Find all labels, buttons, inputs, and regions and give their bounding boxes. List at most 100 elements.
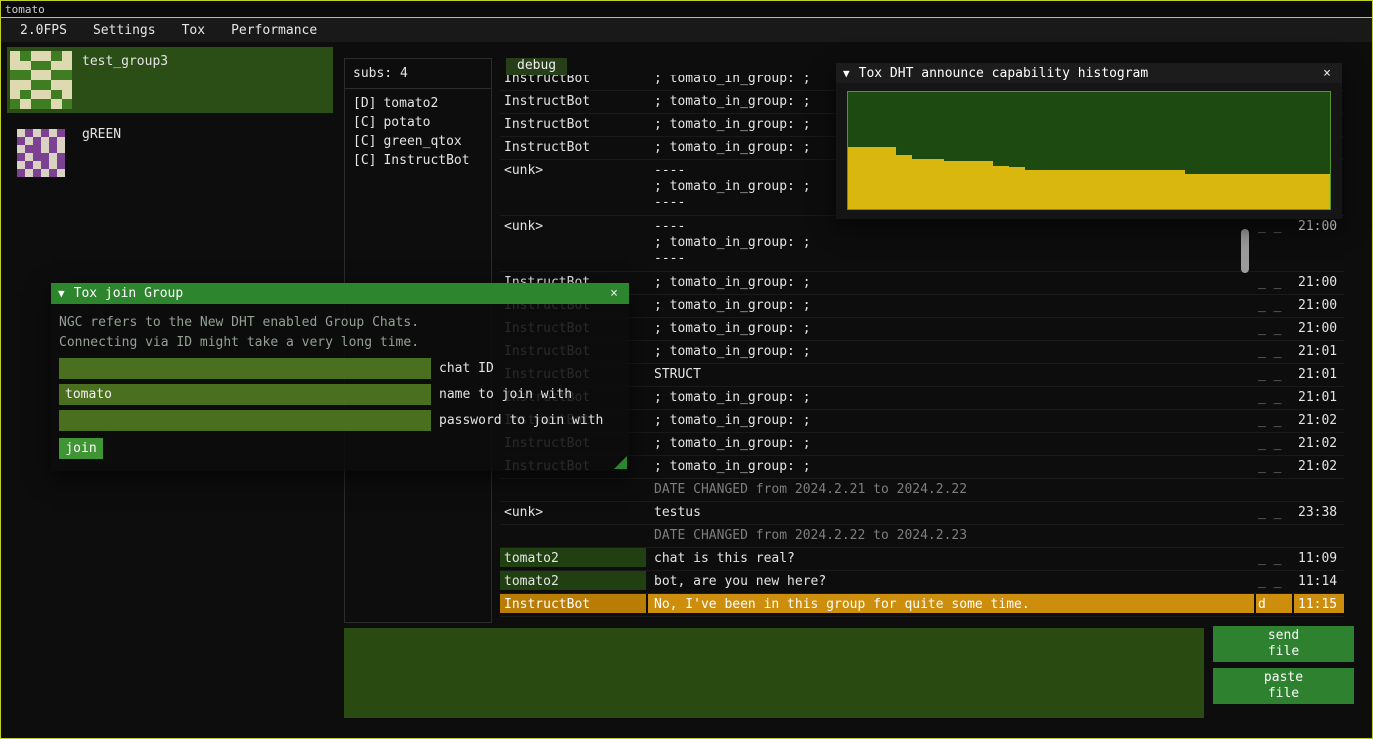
message-sender: InstructBot xyxy=(500,594,646,613)
histogram-bar xyxy=(896,155,912,209)
members-header: subs: 4 xyxy=(345,59,491,85)
message-status: d xyxy=(1256,594,1292,613)
message-text: ; tomato_in_group: ; xyxy=(648,295,1254,314)
chat-scrollbar-thumb[interactable] xyxy=(1241,229,1249,273)
member-InstructBot[interactable]: [C]InstructBot xyxy=(345,151,491,170)
join-group-titlebar[interactable]: ▼ Tox join Group × xyxy=(51,283,629,304)
histogram-bar xyxy=(912,159,928,209)
sidebar-group-test_group3[interactable]: test_group3 xyxy=(7,47,333,113)
message-time: 21:01 xyxy=(1294,341,1344,360)
group-avatar-icon xyxy=(10,51,72,109)
histogram-bar xyxy=(1105,170,1121,209)
menu-item-performance[interactable]: Performance xyxy=(218,20,330,41)
send-file-button[interactable]: send file xyxy=(1213,626,1354,662)
histogram-bar xyxy=(864,147,880,209)
group-name: test_group3 xyxy=(82,49,168,111)
date-separator-row: DATE CHANGED from 2024.2.21 to 2024.2.22 xyxy=(500,479,1344,502)
chat-ID-input[interactable] xyxy=(59,358,431,379)
histogram-bar xyxy=(1137,170,1153,209)
message-sender: <unk> xyxy=(500,502,646,521)
histogram-bar xyxy=(1234,174,1250,209)
message-status: _ _ xyxy=(1256,502,1292,521)
ngc-description-line1: NGC refers to the New DHT enabled Group … xyxy=(59,313,621,333)
histogram-bar xyxy=(1089,170,1105,209)
message-time: 21:00 xyxy=(1294,295,1344,314)
message-text: ; tomato_in_group: ; xyxy=(648,341,1254,360)
message-time: 21:02 xyxy=(1294,410,1344,429)
collapse-arrow-icon[interactable]: ▼ xyxy=(843,67,850,80)
message-input[interactable] xyxy=(344,628,1204,718)
dht-histogram-window-title: Tox DHT announce capability histogram xyxy=(859,66,1320,81)
field-label: chat ID xyxy=(439,358,494,379)
member-name: green_qtox xyxy=(383,134,461,149)
message-text: ; tomato_in_group: ; xyxy=(648,318,1254,337)
histogram-bar xyxy=(1169,170,1185,209)
message-status: _ _ xyxy=(1256,410,1292,429)
histogram-bar xyxy=(1009,167,1025,209)
member-name: tomato2 xyxy=(383,96,438,111)
histogram-bar xyxy=(1282,174,1298,209)
chat-row[interactable]: <unk>testus_ _23:38 xyxy=(500,502,1344,525)
dht-histogram-window: ▼ Tox DHT announce capability histogram … xyxy=(836,63,1342,219)
message-sender: tomato2 xyxy=(500,571,646,590)
date-changed-text: DATE CHANGED from 2024.2.22 to 2024.2.23 xyxy=(648,525,1254,544)
chat-row[interactable]: InstructBotNo, I've been in this group f… xyxy=(500,594,1344,617)
ngc-description-line2: Connecting via ID might take a very long… xyxy=(59,333,621,353)
histogram-bar xyxy=(1298,174,1314,209)
message-time: 21:00 xyxy=(1294,318,1344,337)
histogram-bar xyxy=(1314,174,1330,209)
group-avatar-icon xyxy=(17,129,65,177)
password-to-join-with-input[interactable] xyxy=(59,410,431,431)
sidebar-group-gREEN[interactable]: gREEN xyxy=(7,120,333,186)
message-sender: InstructBot xyxy=(500,91,646,110)
message-time: 21:02 xyxy=(1294,433,1344,452)
message-status: _ _ xyxy=(1256,318,1292,337)
message-text: ; tomato_in_group: ; xyxy=(648,410,1254,429)
message-time: 11:14 xyxy=(1294,571,1344,590)
chat-row[interactable]: tomato2chat is this real?_ _11:09 xyxy=(500,548,1344,571)
message-status: _ _ xyxy=(1256,456,1292,475)
join-fields: chat IDtomatoname to join withpassword t… xyxy=(59,358,621,431)
message-status: _ _ xyxy=(1256,341,1292,360)
message-status: _ _ xyxy=(1256,387,1292,406)
message-sender: InstructBot xyxy=(500,114,646,133)
menu-item-settings[interactable]: Settings xyxy=(80,20,169,41)
message-time: 11:15 xyxy=(1294,594,1344,613)
window-titlebar[interactable]: tomato xyxy=(1,1,1372,18)
message-sender: tomato2 xyxy=(500,548,646,567)
histogram-bar xyxy=(880,147,896,209)
menu-items: SettingsToxPerformance xyxy=(80,20,330,41)
menu-item-tox[interactable]: Tox xyxy=(169,20,218,41)
histogram-bar xyxy=(993,166,1009,209)
member-green_qtox[interactable]: [C]green_qtox xyxy=(345,132,491,151)
resize-grip-icon[interactable] xyxy=(614,456,627,469)
name-to-join-with-input[interactable]: tomato xyxy=(59,384,431,405)
collapse-arrow-icon[interactable]: ▼ xyxy=(58,287,65,300)
message-sender: <unk> xyxy=(500,216,646,235)
message-text: ----; tomato_in_group: ;---- xyxy=(648,216,1254,267)
field-label: name to join with xyxy=(439,384,572,405)
message-text: bot, are you new here? xyxy=(648,571,1254,590)
join-button[interactable]: join xyxy=(59,438,103,459)
member-tomato2[interactable]: [D]tomato2 xyxy=(345,94,491,113)
join-group-body: NGC refers to the New DHT enabled Group … xyxy=(51,304,629,459)
message-time: 21:01 xyxy=(1294,387,1344,406)
members-list: [D]tomato2[C]potato[C]green_qtox[C]Instr… xyxy=(345,94,491,170)
histogram-bar xyxy=(928,159,944,209)
close-icon[interactable]: × xyxy=(606,286,622,301)
message-time: 11:09 xyxy=(1294,548,1344,567)
histogram-bar xyxy=(1153,170,1169,209)
menu-bar: 2.0FPS SettingsToxPerformance xyxy=(1,18,1372,42)
group-name: gREEN xyxy=(82,122,121,184)
tab-debug[interactable]: debug xyxy=(506,58,567,75)
close-icon[interactable]: × xyxy=(1319,66,1335,81)
message-text: STRUCT xyxy=(648,364,1254,383)
message-status: _ _ xyxy=(1256,571,1292,590)
chat-row[interactable]: <unk>----; tomato_in_group: ;----_ _21:0… xyxy=(500,216,1344,272)
message-text: ; tomato_in_group: ; xyxy=(648,433,1254,452)
chat-row[interactable]: tomato2bot, are you new here?_ _11:14 xyxy=(500,571,1344,594)
app-window: tomato 2.0FPS SettingsToxPerformance tes… xyxy=(0,0,1373,739)
paste-file-button[interactable]: paste file xyxy=(1213,668,1354,704)
member-potato[interactable]: [C]potato xyxy=(345,113,491,132)
dht-histogram-titlebar[interactable]: ▼ Tox DHT announce capability histogram … xyxy=(836,63,1342,83)
